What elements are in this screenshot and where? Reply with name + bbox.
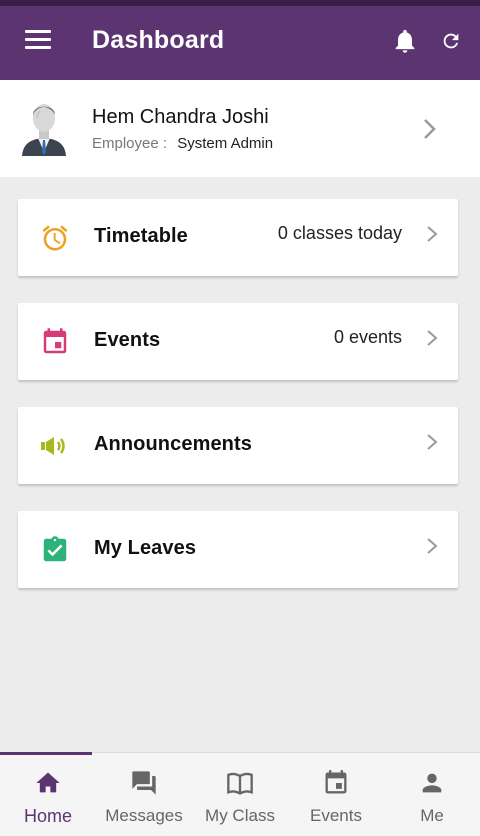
alarm-clock-icon [42,225,68,251]
nav-label: Messages [105,806,183,825]
nav-label: My Class [205,806,275,825]
book-icon [227,772,253,795]
card-meta: 0 events [333,327,402,347]
nav-me[interactable]: Me [384,753,480,836]
calendar-icon [325,770,347,794]
nav-my-class[interactable]: My Class [192,753,288,836]
nav-label: Me [420,806,444,825]
clipboard-check-icon [43,536,67,562]
home-icon [36,772,60,793]
chevron-right-icon [427,226,438,242]
person-icon [422,773,442,793]
app-header: Dashboard [0,6,480,80]
profile-role: Employee : System Admin [92,135,273,152]
card-label: My Leaves [94,537,197,559]
card-announcements[interactable]: Announcements [18,407,458,484]
chevron-right-icon [427,434,438,450]
nav-home[interactable]: Home [0,753,96,836]
chevron-right-icon [424,119,436,139]
page-title: Dashboard [92,26,225,54]
refresh-icon[interactable] [440,30,462,52]
nav-events[interactable]: Events [288,753,384,836]
card-label: Timetable [94,225,188,247]
card-label: Announcements [94,433,252,455]
profile-row[interactable]: Hem Chandra Joshi Employee : System Admi… [0,80,480,177]
nav-label: Events [310,806,362,825]
calendar-icon [43,328,67,354]
role-value: System Admin [177,135,274,152]
app: Dashboard Hem Chandra Joshi Employee : S… [0,0,480,836]
chevron-right-icon [427,538,438,554]
card-events[interactable]: Events 0 events [18,303,458,380]
chevron-right-icon [427,330,438,346]
bell-icon[interactable] [391,26,419,56]
card-label: Events [94,329,161,351]
nav-label: Home [23,806,72,826]
nav-messages[interactable]: Messages [96,753,192,836]
bottom-nav: Home Messages My Class Events Me [0,752,480,836]
role-label: Employee : [92,135,168,152]
profile-name: Hem Chandra Joshi [92,106,269,128]
avatar [22,104,66,156]
chat-icon [132,771,156,795]
card-meta: 0 classes today [277,223,402,243]
card-timetable[interactable]: Timetable 0 classes today [18,199,458,276]
menu-icon[interactable] [25,30,51,50]
megaphone-icon [41,437,65,455]
card-my-leaves[interactable]: My Leaves [18,511,458,588]
